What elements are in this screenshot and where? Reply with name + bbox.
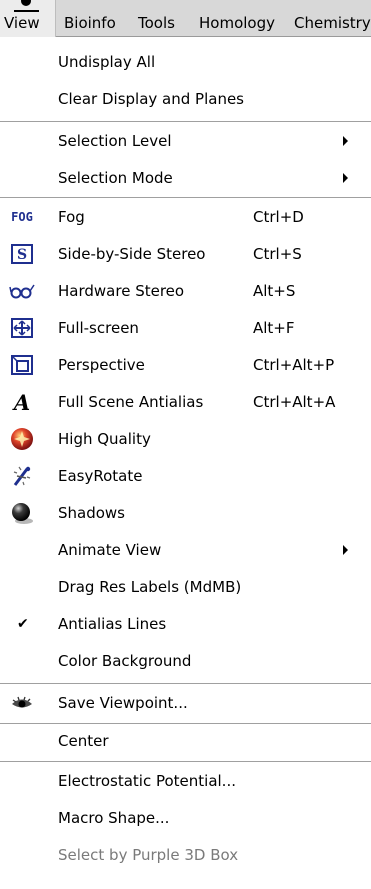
svg-text:S: S — [17, 247, 27, 263]
menu-item-label: Perspective — [58, 356, 145, 374]
checkmark-icon: ✔ — [17, 616, 29, 632]
menu-item-animate-view[interactable]: Animate View — [0, 532, 371, 569]
menu-item-label: High Quality — [58, 430, 151, 448]
menu-item-shortcut: Ctrl+Alt+P — [253, 356, 335, 374]
menu-item-label: Shadows — [58, 504, 126, 522]
menu-item-easy-rotate[interactable]: EasyRotate — [0, 458, 371, 495]
menu-bar: View Bioinfo Tools Homology Chemistry — [0, 0, 371, 37]
view-dropdown-menu: Undisplay All Clear Display and Planes S… — [0, 37, 371, 889]
submenu-arrow-icon — [343, 136, 348, 146]
menu-item-fog[interactable]: FOG Fog Ctrl+D — [0, 199, 371, 236]
menu-item-label: Select by Purple 3D Box — [58, 846, 239, 864]
menu-item-center[interactable]: Center — [0, 723, 371, 760]
menu-item-label: EasyRotate — [58, 467, 143, 485]
svg-text:A: A — [12, 391, 30, 413]
menu-item-label: Macro Shape... — [58, 809, 170, 827]
menu-item-electrostatic-potential[interactable]: Electrostatic Potential... — [0, 763, 371, 800]
menu-item-drag-res-labels[interactable]: Drag Res Labels (MdMB) — [0, 569, 371, 606]
screen: View Bioinfo Tools Homology Chemistry Un… — [0, 0, 371, 889]
menu-item-label: Save Viewpoint... — [58, 694, 188, 712]
menu-item-label: Full-screen — [58, 319, 139, 337]
menu-item-label: Undisplay All — [58, 53, 156, 71]
perspective-icon — [9, 353, 35, 377]
menu-item-selection-mode[interactable]: Selection Mode — [0, 160, 371, 197]
submenu-arrow-icon — [343, 173, 348, 183]
menu-item-label: Selection Mode — [58, 169, 173, 187]
menu-item-hardware-stereo[interactable]: Hardware Stereo Alt+S — [0, 273, 371, 310]
menu-item-full-scene-antialias[interactable]: A Full Scene Antialias Ctrl+Alt+A — [0, 384, 371, 421]
fog-icon: FOG — [11, 210, 33, 224]
antialias-a-icon: A — [9, 390, 35, 414]
menu-item-shadows[interactable]: Shadows — [0, 495, 371, 532]
menu-item-shortcut: Alt+S — [253, 282, 296, 300]
menu-item-label: Hardware Stereo — [58, 282, 185, 300]
menu-item-label: Antialias Lines — [58, 615, 167, 633]
shadows-icon — [9, 501, 35, 525]
menu-item-select-by-purple-3d-box: Select by Purple 3D Box — [0, 837, 371, 874]
menu-item-label: Clear Display and Planes — [58, 90, 244, 108]
menu-item-label: Fog — [58, 208, 85, 226]
menu-view-label: View — [4, 14, 40, 32]
menu-item-shortcut: Ctrl+S — [253, 245, 302, 263]
menu-item-selection-level[interactable]: Selection Level — [0, 123, 371, 160]
stereo-glasses-icon — [9, 279, 35, 303]
menu-item-macro-shape[interactable]: Macro Shape... — [0, 800, 371, 837]
pointer-bar-icon — [14, 10, 39, 12]
menu-item-label: Center — [58, 732, 109, 750]
menu-item-label: Side-by-Side Stereo — [58, 245, 206, 263]
menu-item-label: Full Scene Antialias — [58, 393, 204, 411]
menu-item-label: Electrostatic Potential... — [58, 772, 236, 790]
menu-item-color-background[interactable]: Color Background — [0, 643, 371, 680]
menu-item-shortcut: Alt+F — [253, 319, 295, 337]
menu-homology[interactable]: Homology — [199, 15, 275, 32]
fullscreen-icon — [9, 316, 35, 340]
easy-rotate-icon — [9, 464, 35, 488]
submenu-arrow-icon — [343, 545, 348, 555]
menu-item-shortcut: Ctrl+D — [253, 208, 304, 226]
pointer-handle-icon — [21, 0, 31, 6]
menu-item-antialias-lines[interactable]: ✔ Antialias Lines — [0, 606, 371, 643]
menu-item-label: Drag Res Labels (MdMB) — [58, 578, 242, 596]
menu-tools[interactable]: Tools — [138, 15, 175, 32]
menu-bioinfo[interactable]: Bioinfo — [64, 15, 116, 32]
menu-item-high-quality[interactable]: High Quality — [0, 421, 371, 458]
menu-item-side-by-side-stereo[interactable]: S Side-by-Side Stereo Ctrl+S — [0, 236, 371, 273]
menu-item-undisplay-all[interactable]: Undisplay All — [0, 44, 371, 81]
menu-item-perspective[interactable]: Perspective Ctrl+Alt+P — [0, 347, 371, 384]
menu-item-shortcut: Ctrl+Alt+A — [253, 393, 336, 411]
eye-icon — [9, 691, 35, 715]
menu-chemistry[interactable]: Chemistry — [294, 15, 371, 32]
menu-item-save-viewpoint[interactable]: Save Viewpoint... — [0, 685, 371, 722]
menu-view[interactable]: View — [0, 0, 56, 37]
stereo-s-icon: S — [9, 242, 35, 266]
menu-item-label: Color Background — [58, 652, 192, 670]
menu-item-clear-display[interactable]: Clear Display and Planes — [0, 81, 371, 118]
menu-item-label: Animate View — [58, 541, 162, 559]
menu-item-label: Selection Level — [58, 132, 172, 150]
menu-item-full-screen[interactable]: Full-screen Alt+F — [0, 310, 371, 347]
high-quality-icon — [9, 427, 35, 451]
